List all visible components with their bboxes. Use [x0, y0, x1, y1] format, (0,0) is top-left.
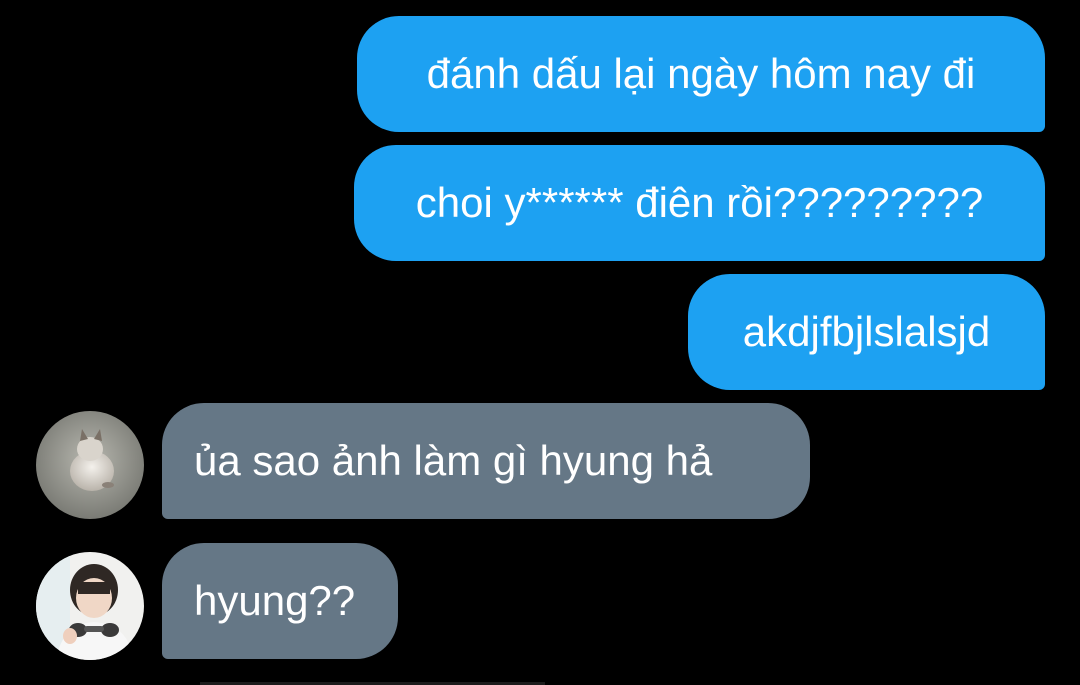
cat-avatar-image	[36, 411, 144, 519]
person-avatar-image	[36, 552, 144, 660]
cat-avatar[interactable]	[36, 411, 144, 519]
person-avatar[interactable]	[36, 552, 144, 660]
sent-message-bubble[interactable]: akdjfbjlslalsjd	[688, 274, 1045, 390]
received-message-bubble[interactable]: hyung??	[162, 543, 398, 659]
sent-message-bubble[interactable]: đánh dấu lại ngày hôm nay đi	[357, 16, 1045, 132]
received-message-bubble[interactable]: ủa sao ảnh làm gì hyung hả	[162, 403, 810, 519]
sent-message-bubble[interactable]: choi y****** điên rồi?????????	[354, 145, 1045, 261]
